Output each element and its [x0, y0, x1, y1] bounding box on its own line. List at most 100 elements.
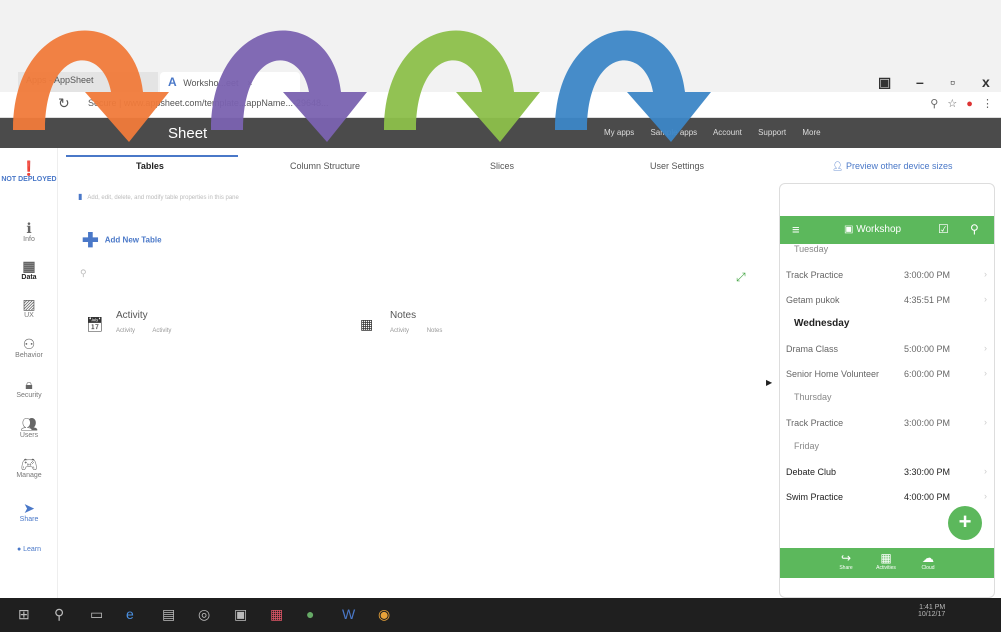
zoom-icon[interactable]: ⚲ [930, 98, 938, 110]
chevron-right-icon: › [984, 269, 987, 279]
rail-behavior[interactable]: ⚇ Behavior [0, 336, 58, 359]
close-tab-icon[interactable]: × [247, 78, 252, 88]
app-icon[interactable]: ● [306, 606, 314, 622]
item-time: 4:00:00 PM [904, 492, 951, 502]
collapse-caret-icon[interactable]: ▶ [766, 378, 772, 387]
flow-icon: ⚇ [22, 336, 36, 352]
browser-tab-workshop[interactable]: A Worksho...eet × [160, 72, 300, 92]
day-header: Wednesday [794, 318, 850, 329]
star-icon[interactable]: ☆ [947, 98, 957, 110]
profile-icon[interactable]: ▣ [878, 74, 891, 91]
phone-preview: ≡ ▣ Workshop ☑ ⚲ Tuesday Track Practice 3:… [779, 183, 995, 598]
list-item[interactable]: Getam pukok 4:35:51 PM › [780, 289, 994, 314]
rail-users[interactable]: 👥︎ Users [0, 416, 58, 439]
appsheet-header: Sheet My apps Sample apps Account Suppor… [0, 118, 1001, 148]
phone-bottom-nav: ↪ Share ▦ Activities ☁ Cloud [780, 548, 994, 578]
item-time: 3:30:00 PM [904, 467, 951, 477]
tab-slices[interactable]: Slices [490, 161, 514, 171]
maximize-button[interactable]: ▫ [950, 74, 955, 90]
store-icon[interactable]: ▣ [234, 606, 247, 623]
search-icon[interactable]: ⚲ [80, 268, 87, 279]
alert-icon: ❗ [20, 160, 38, 176]
nav-sample-apps[interactable]: Sample apps [650, 128, 697, 137]
chevron-right-icon: › [984, 343, 987, 353]
item-time: 3:00:00 PM [904, 418, 951, 428]
add-fab-button[interactable]: + [948, 506, 982, 540]
checkbox-icon[interactable]: ☑ [938, 222, 949, 236]
table-name: Notes [390, 310, 417, 321]
nav-my-apps[interactable]: My apps [604, 128, 634, 137]
search-icon[interactable]: ⚲ [970, 222, 979, 236]
task-view-icon[interactable]: ▭ [90, 606, 103, 623]
item-name: Drama Class [786, 344, 839, 354]
item-name: Swim Practice [786, 492, 844, 502]
add-new-table-button[interactable]: ✚ Add New Table [82, 228, 162, 253]
list-item[interactable]: Drama Class 5:00:00 PM › [780, 338, 994, 363]
gift-icon[interactable]: ▦ [270, 606, 283, 623]
address-bar[interactable]: ↻ Secure | www.appsheet.com/template...a… [0, 92, 1001, 118]
list-item[interactable]: Track Practice 3:00:00 PM › [780, 412, 994, 437]
rail-info[interactable]: ℹ Info [0, 220, 58, 243]
bottom-nav-activities[interactable]: ▦ Activities [866, 551, 906, 571]
close-window-button[interactable]: x [982, 74, 990, 90]
rail-manage[interactable]: 🎮︎ Manage [0, 456, 58, 479]
bottom-nav-share[interactable]: ↪ Share [826, 551, 866, 571]
rail-ux[interactable]: ▨ UX [0, 296, 58, 319]
rail-security[interactable]: 🔒︎ Security [0, 376, 58, 399]
file-explorer-icon[interactable]: ▤ [162, 606, 175, 623]
search-icon[interactable]: ⚲ [54, 606, 64, 623]
list-item[interactable]: Debate Club 3:30:00 PM › [780, 461, 994, 486]
chevron-right-icon: › [984, 417, 987, 427]
rail-share[interactable]: ➤ Share [0, 500, 58, 523]
share-icon: ↪ [840, 551, 852, 565]
reload-icon[interactable]: ↻ [58, 95, 70, 112]
windows-start-icon[interactable]: ⊞ [18, 606, 30, 623]
item-time: 4:35:51 PM [904, 295, 951, 305]
table-meta: Activity Activity [116, 328, 172, 334]
item-name: Track Practice [786, 418, 844, 428]
media-icon[interactable]: ◎ [198, 606, 210, 623]
image-icon: ▨ [22, 296, 36, 312]
table-meta: Activity Notes [390, 328, 443, 334]
browser-tab-apps[interactable]: Apps - AppSheet [18, 72, 158, 92]
expand-icon[interactable]: ⤢ [736, 270, 746, 285]
clock[interactable]: 1:41 PM 10/12/17 [918, 604, 945, 618]
lock-icon: 🔒︎ [25, 376, 33, 392]
nav-support[interactable]: Support [758, 128, 786, 137]
rail-learn[interactable]: ● Learn [0, 546, 58, 553]
rail-not-deployed[interactable]: ❗ NOT DEPLOYED [0, 160, 58, 183]
rail-data[interactable]: ▦ Data [0, 258, 58, 281]
plus-icon: ✚ [82, 230, 99, 252]
edge-icon[interactable]: e [126, 606, 134, 622]
chevron-right-icon: › [984, 294, 987, 304]
nav-more[interactable]: More [802, 128, 820, 137]
hamburger-menu-icon[interactable]: ≡ [792, 222, 800, 237]
tab-column-structure[interactable]: Column Structure [290, 161, 360, 171]
chrome-icon[interactable]: ◉ [378, 606, 390, 623]
kebab-menu-icon[interactable]: ⋮ [982, 98, 993, 110]
bottom-nav-cloud[interactable]: ☁ Cloud [908, 551, 948, 571]
minimize-button[interactable]: – [916, 74, 924, 90]
preview-device-sizes-link[interactable]: 👤︎ Preview other device sizes [832, 161, 952, 172]
address-bar-icons: ⚲ ☆ ● ⋮ [924, 97, 993, 110]
list-item[interactable]: Track Practice 3:00:00 PM › [780, 264, 994, 289]
top-nav: My apps Sample apps Account Support More [604, 128, 835, 137]
appsheet-logo-icon: A [168, 75, 177, 89]
tab-user-settings[interactable]: User Settings [650, 161, 704, 171]
chevron-right-icon: › [984, 491, 987, 501]
item-name: Track Practice [786, 270, 844, 280]
windows-taskbar: ⊞ ⚲ ▭ e ▤ ◎ ▣ ▦ ● W ◉ 1:41 PM 10/12/17 [0, 598, 1001, 632]
send-icon: ➤ [23, 500, 35, 516]
item-time: 6:00:00 PM [904, 369, 951, 379]
list-item[interactable]: Senior Home Volunteer 6:00:00 PM › [780, 363, 994, 388]
word-icon[interactable]: W [342, 606, 355, 622]
url-text[interactable]: Secure | www.appsheet.com/template...app… [88, 98, 328, 108]
item-name: Debate Club [786, 467, 837, 477]
tab-tables[interactable]: Tables [136, 161, 164, 171]
item-time: 5:00:00 PM [904, 344, 951, 354]
tables-hint: ▮ Add, edit, delete, and modify table pro… [78, 192, 239, 201]
nav-account[interactable]: Account [713, 128, 742, 137]
extension-icon[interactable]: ● [966, 98, 973, 110]
calendar-icon: ▦ [880, 551, 892, 565]
users-icon: 👥︎ [20, 416, 38, 432]
